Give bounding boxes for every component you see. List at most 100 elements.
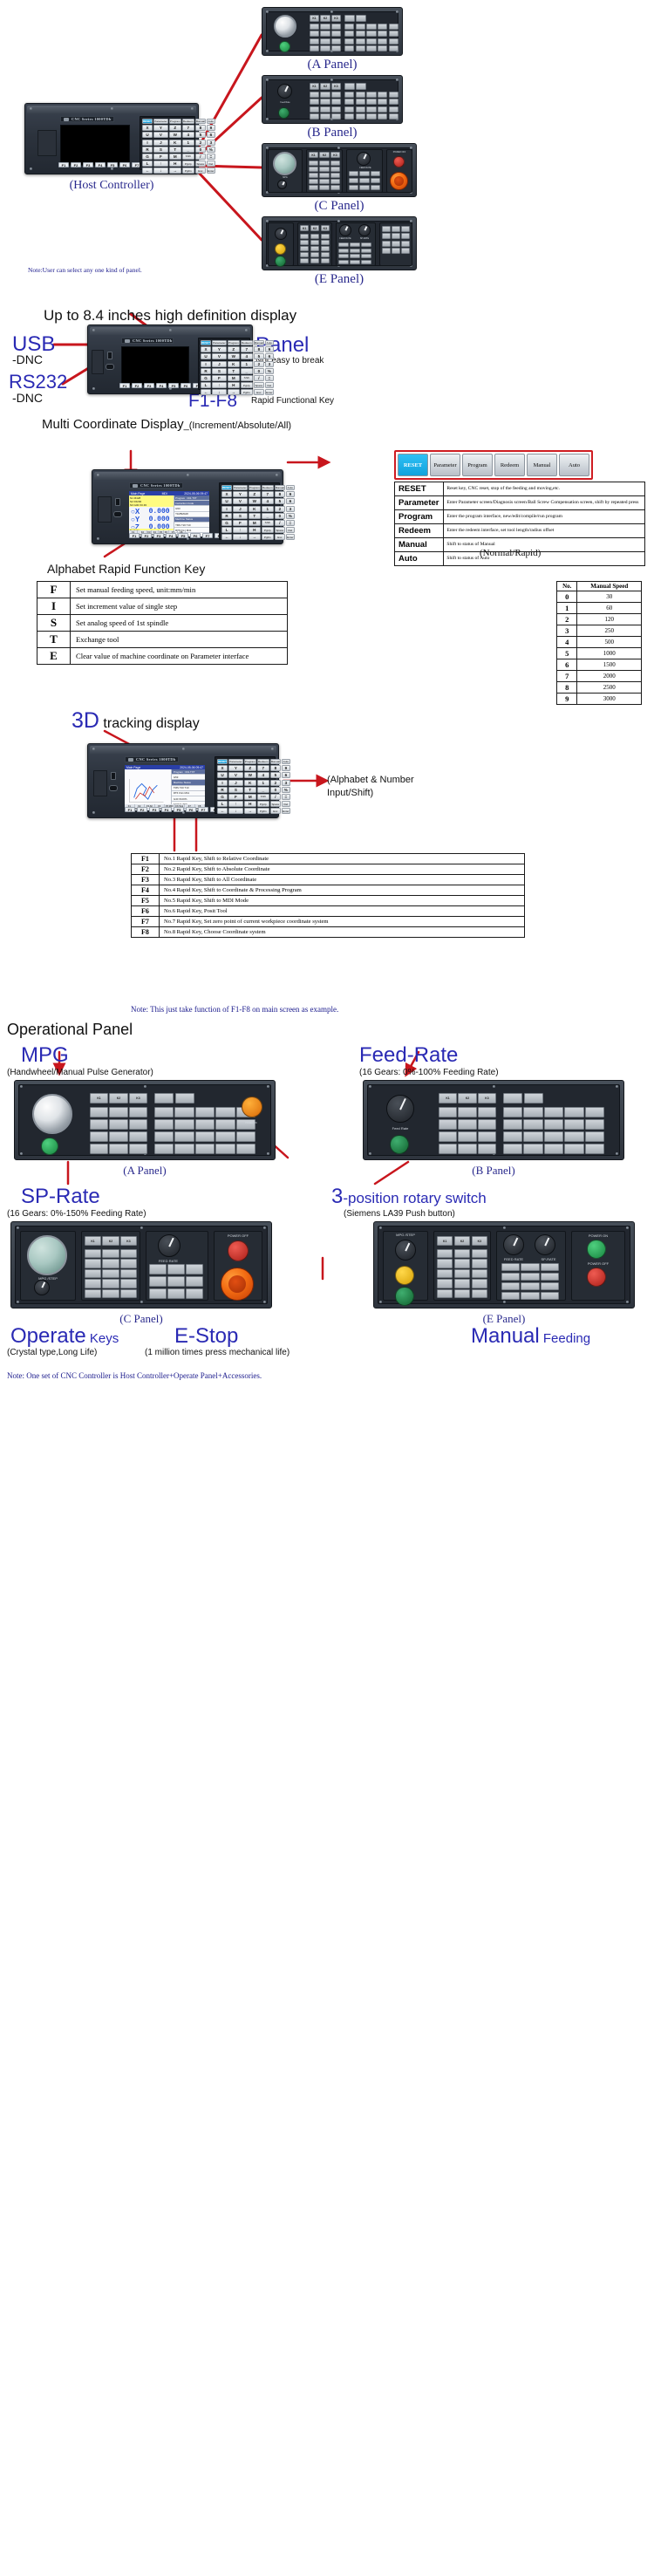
panel-key[interactable]	[90, 1131, 109, 1143]
keypad-key-parameter[interactable]: Parameter	[212, 340, 227, 345]
keypad-key-1[interactable]: 1	[256, 779, 269, 786]
op-panel-c-keygrid[interactable]	[85, 1249, 137, 1298]
fkey-f6[interactable]: F6	[119, 162, 130, 167]
panel-key[interactable]	[344, 92, 355, 98]
panel-key[interactable]: K3	[128, 1093, 147, 1104]
keypad-key-pgup[interactable]: PgUp	[261, 527, 274, 534]
panel-key[interactable]	[453, 1259, 471, 1268]
panel-key[interactable]	[366, 106, 377, 113]
fkey-f6-d[interactable]: F6	[186, 807, 196, 812]
panel-key[interactable]	[350, 248, 360, 253]
keypad-key-[interactable]: =	[265, 374, 274, 381]
op-panel-e-k-keys[interactable]: K1 K2 K3	[437, 1236, 487, 1246]
keypad-key-program[interactable]: Program	[227, 340, 240, 345]
keypad-key-del[interactable]: Del	[286, 527, 295, 534]
panel-key[interactable]	[119, 1259, 137, 1268]
keypad-key-redeem[interactable]: Redeem	[261, 485, 274, 490]
keypad-key-5[interactable]: 5	[194, 132, 206, 139]
panel-key[interactable]	[382, 248, 391, 254]
panel-key[interactable]	[437, 1268, 453, 1279]
panel-key[interactable]	[310, 234, 320, 239]
panel-key[interactable]	[543, 1131, 564, 1143]
panel-key[interactable]	[330, 99, 341, 106]
panel-key[interactable]	[319, 161, 330, 166]
keypad-key-auto[interactable]: Auto	[207, 119, 215, 124]
panel-key[interactable]	[320, 31, 330, 38]
tracking-keypad[interactable]: RESET Parameter Program Redeem Manual Auto X Y Z…	[215, 756, 290, 815]
keypad-key-[interactable]: ↑	[228, 801, 243, 808]
panel-key[interactable]	[388, 45, 399, 51]
fkey-f2-b[interactable]: F2	[132, 383, 142, 388]
panel-key[interactable]	[564, 1131, 584, 1143]
keypad-key-u[interactable]: U	[201, 353, 212, 360]
panel-key[interactable]	[320, 92, 330, 98]
panel-key[interactable]	[503, 1143, 523, 1154]
keypad-key-y[interactable]: Y	[153, 125, 168, 132]
panel-key[interactable]	[370, 177, 380, 184]
panel-key[interactable]	[501, 1272, 521, 1281]
panel-key[interactable]	[350, 243, 360, 248]
panel-key[interactable]: K1	[85, 1236, 102, 1246]
keypad-key-[interactable]: /	[253, 374, 264, 381]
panel-key[interactable]	[300, 240, 310, 245]
op-panel-b-k-keys[interactable]: K1 K2 K3	[439, 1093, 496, 1104]
panel-key[interactable]	[174, 1131, 194, 1143]
keypad-key-m[interactable]: M	[168, 153, 181, 160]
fkey-f3-b[interactable]: F3	[144, 383, 154, 388]
panel-e-pause-button[interactable]	[275, 243, 286, 255]
keypad-key-2[interactable]: 2	[253, 360, 264, 367]
panel-key[interactable]	[149, 1275, 167, 1288]
keypad-key-[interactable]: =	[286, 519, 295, 526]
keypad-key-t[interactable]: T	[248, 512, 261, 519]
fkey-f4-c[interactable]: F4	[166, 533, 176, 538]
panel-key[interactable]	[503, 1118, 523, 1131]
op-panel-e-rotary-switch[interactable]	[395, 1240, 416, 1261]
keypad-key-1[interactable]: 1	[240, 360, 253, 367]
panel-key[interactable]	[477, 1143, 496, 1154]
keypad-key-reset[interactable]: RESET	[221, 485, 233, 490]
keypad-key-w[interactable]: W	[243, 772, 256, 779]
panel-key[interactable]	[471, 1279, 487, 1288]
panel-key[interactable]	[564, 1107, 584, 1118]
panel-c-estop[interactable]	[390, 172, 408, 190]
op-panel-c-k-keys[interactable]: K1 K2 K3	[85, 1236, 137, 1246]
keypad-key-g[interactable]: G	[217, 793, 228, 800]
op-panel-e-feedrate-knob[interactable]	[503, 1234, 524, 1255]
panel-key[interactable]	[320, 240, 330, 245]
panel-key[interactable]	[366, 24, 377, 30]
keypad-key-redeem[interactable]: Redeem	[256, 759, 269, 764]
keypad-key-shift[interactable]: Shift	[181, 153, 194, 160]
panel-key[interactable]	[119, 1249, 137, 1259]
panel-c-fn-keys[interactable]	[349, 171, 380, 190]
keypad-key-x[interactable]: X	[142, 125, 153, 132]
panel-key[interactable]	[439, 1107, 458, 1118]
panel-key[interactable]	[361, 254, 371, 259]
panel-key[interactable]	[330, 45, 341, 51]
rs232-port[interactable]	[106, 364, 114, 370]
panel-key[interactable]	[540, 1263, 559, 1272]
op-panel-c-handwheel[interactable]	[27, 1235, 67, 1275]
panel-key[interactable]	[523, 1131, 543, 1143]
panel-key[interactable]	[378, 99, 388, 106]
panel-key[interactable]	[128, 1131, 147, 1143]
keypad-key-3[interactable]: 3	[265, 360, 274, 367]
panel-key[interactable]	[471, 1268, 487, 1279]
panel-key[interactable]	[584, 1143, 604, 1154]
fkey-f4[interactable]: F4	[95, 162, 106, 167]
panel-key[interactable]	[330, 31, 341, 38]
keypad-key-[interactable]: ↓	[228, 808, 243, 815]
fkey-f3-d[interactable]: F3	[149, 807, 160, 812]
panel-key[interactable]	[401, 233, 410, 240]
keypad-key-redeem[interactable]: Redeem	[181, 119, 194, 124]
keypad-key-1[interactable]: 1	[181, 139, 194, 146]
keypad-key-z[interactable]: Z	[168, 125, 181, 132]
keypad-key-x[interactable]: X	[217, 765, 228, 772]
op-panel-e-power-on[interactable]	[587, 1240, 606, 1259]
panel-key[interactable]	[300, 234, 310, 239]
keypad-key-[interactable]: =	[207, 153, 215, 160]
keypad-key-x[interactable]: X	[221, 491, 233, 498]
keypad-key-reset[interactable]: RESET	[142, 119, 153, 124]
panel-key[interactable]	[355, 38, 365, 44]
keypad-key-2[interactable]: 2	[274, 505, 285, 512]
panel-key[interactable]	[401, 240, 410, 247]
